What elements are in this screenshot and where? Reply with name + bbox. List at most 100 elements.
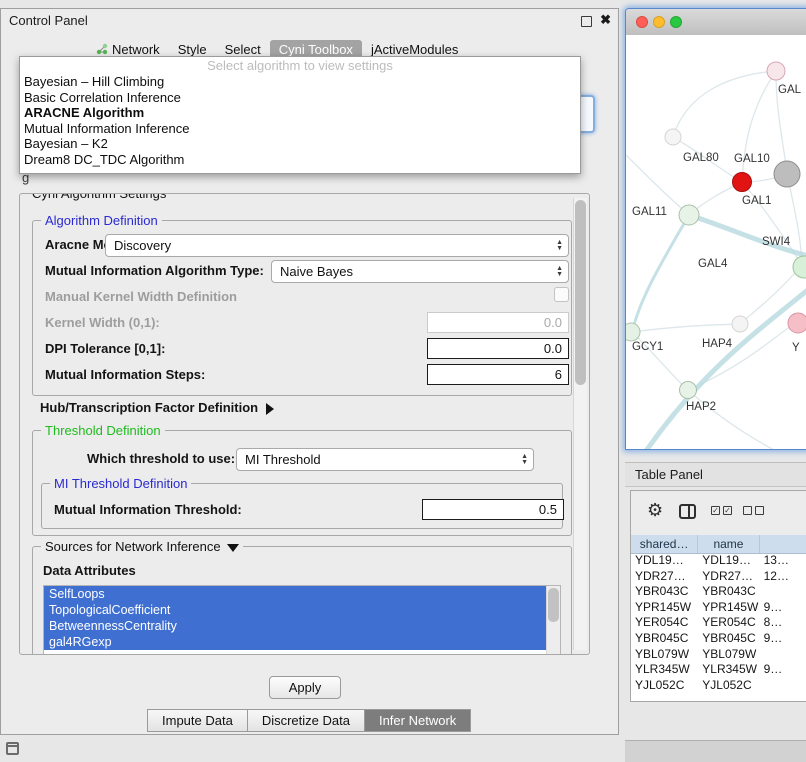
settings-scrollbar[interactable] bbox=[573, 198, 587, 650]
node-ghost[interactable] bbox=[665, 129, 681, 145]
dpi-tolerance-value: 0.0 bbox=[544, 341, 562, 356]
aracne-mode-select[interactable]: Discovery ▲▼ bbox=[105, 234, 569, 257]
tab-infer-network[interactable]: Infer Network bbox=[365, 709, 471, 732]
mi-threshold-group: MI Threshold Definition Mutual Informati… bbox=[41, 483, 563, 529]
cell: YDL19… bbox=[698, 553, 759, 569]
table-panel-strip: Table Panel bbox=[625, 462, 806, 487]
data-attributes-label: Data Attributes bbox=[43, 563, 136, 578]
hub-definition-expander[interactable]: Hub/Transcription Factor Definition bbox=[40, 400, 274, 415]
attribute-item-selected[interactable]: gal4RGexp bbox=[44, 634, 547, 650]
node-gray-large[interactable] bbox=[774, 161, 800, 187]
table-row[interactable]: YDL19…YDL19…13… bbox=[631, 553, 806, 569]
cell: YBR043C bbox=[698, 584, 759, 600]
attribute-item-selected[interactable]: BetweennessCentrality bbox=[44, 618, 547, 634]
manual-kernel-checkbox[interactable] bbox=[554, 287, 569, 302]
algorithm-option-selected[interactable]: ARACNE Algorithm bbox=[20, 105, 580, 121]
node-red[interactable] bbox=[733, 173, 752, 192]
node-green-right[interactable] bbox=[793, 256, 806, 278]
dpi-tolerance-label: DPI Tolerance [0,1]: bbox=[45, 341, 165, 356]
apply-button[interactable]: Apply bbox=[269, 676, 341, 699]
window-restore-icon[interactable] bbox=[6, 742, 19, 755]
node-green-left[interactable] bbox=[626, 323, 640, 341]
cell: YBR045C bbox=[631, 631, 698, 647]
control-panel-window: Control Panel ✖ Network Style Select bbox=[0, 8, 619, 735]
kernel-width-value: 0.0 bbox=[544, 315, 562, 330]
group-title: MI Threshold Definition bbox=[50, 476, 191, 491]
mi-threshold-value: 0.5 bbox=[539, 502, 557, 517]
table-row[interactable]: YDR27…YDR27…12… bbox=[631, 569, 806, 585]
sources-title: Sources for Network Inference bbox=[45, 539, 221, 554]
expanded-arrow-icon[interactable] bbox=[227, 544, 239, 552]
table-row[interactable]: YBR043CYBR043C bbox=[631, 584, 806, 600]
attributes-scrollbar[interactable] bbox=[546, 586, 560, 654]
node-label: GAL4 bbox=[698, 258, 728, 270]
node-pink-right[interactable] bbox=[788, 313, 806, 333]
table-row[interactable]: YBR045CYBR045C9… bbox=[631, 631, 806, 647]
columns-icon[interactable] bbox=[679, 504, 696, 519]
algorithm-placeholder-option[interactable]: Select algorithm to view settings bbox=[20, 57, 580, 74]
desktop: Control Panel ✖ Network Style Select bbox=[0, 0, 806, 762]
mi-type-label: Mutual Information Algorithm Type: bbox=[45, 263, 264, 278]
attribute-item-selected[interactable]: SelfLoops bbox=[44, 586, 547, 602]
which-threshold-select[interactable]: MI Threshold ▲▼ bbox=[236, 448, 534, 471]
settings-scrollbar-thumb[interactable] bbox=[575, 200, 586, 385]
close-icon[interactable]: ✖ bbox=[600, 12, 611, 28]
hub-definition-label: Hub/Transcription Factor Definition bbox=[40, 400, 258, 415]
cell: YBR043C bbox=[631, 584, 698, 600]
kernel-width-field[interactable]: 0.0 bbox=[427, 312, 569, 333]
mi-type-select[interactable]: Naive Bayes ▲▼ bbox=[271, 260, 569, 283]
cell: YPR145W bbox=[631, 600, 698, 616]
cyni-mode-tabs: Impute Data Discretize Data Infer Networ… bbox=[147, 709, 471, 730]
cell: YLR345W bbox=[698, 662, 759, 678]
mi-threshold-label: Mutual Information Threshold: bbox=[54, 502, 242, 517]
mi-threshold-field[interactable]: 0.5 bbox=[422, 499, 564, 520]
node-light-pink[interactable] bbox=[767, 62, 785, 80]
cell: YBL079W bbox=[698, 647, 759, 663]
column-header-shared-name[interactable]: shared… bbox=[631, 535, 698, 553]
tab-label: Style bbox=[178, 42, 207, 57]
cell: YJL052C bbox=[698, 678, 759, 694]
node-green-hap2[interactable] bbox=[680, 382, 697, 399]
cell: 9… bbox=[760, 662, 806, 678]
table-row[interactable]: YER054CYER054C8… bbox=[631, 615, 806, 631]
mi-steps-value: 6 bbox=[555, 367, 562, 382]
table-row[interactable]: YLR345WYLR345W9… bbox=[631, 662, 806, 678]
gear-icon[interactable]: ⚙ bbox=[647, 500, 663, 521]
tab-label: Cyni Toolbox bbox=[279, 42, 353, 57]
cell: YDR27… bbox=[631, 569, 698, 585]
table-row[interactable]: YBL079WYBL079W bbox=[631, 647, 806, 663]
network-tab-icon bbox=[96, 43, 108, 55]
tab-impute-data[interactable]: Impute Data bbox=[147, 709, 248, 732]
tab-label: Network bbox=[112, 42, 160, 57]
group-title: Cyni Algorithm Settings bbox=[28, 193, 170, 201]
algorithm-option[interactable]: Mutual Information Inference bbox=[20, 121, 580, 137]
algorithm-option[interactable]: Basic Correlation Inference bbox=[20, 90, 580, 106]
cell bbox=[760, 678, 806, 694]
tab-discretize-data[interactable]: Discretize Data bbox=[248, 709, 365, 732]
select-all-checkboxes-icon[interactable]: ✓ ✓ bbox=[711, 506, 732, 515]
column-header-name[interactable]: name bbox=[698, 535, 759, 553]
table-body: YDL19…YDL19…13… YDR27…YDR27…12… YBR043CY… bbox=[631, 553, 806, 701]
sources-expander[interactable]: Sources for Network Inference bbox=[41, 539, 243, 554]
zoom-traffic-light[interactable] bbox=[670, 16, 682, 28]
attributes-scrollbar-thumb[interactable] bbox=[548, 588, 559, 622]
node-ghost[interactable] bbox=[732, 316, 748, 332]
algorithm-option[interactable]: Bayesian – K2 bbox=[20, 136, 580, 152]
deselect-all-checkboxes-icon[interactable] bbox=[743, 506, 764, 515]
threshold-definition-group: Threshold Definition Which threshold to … bbox=[32, 430, 572, 536]
attribute-item-selected[interactable]: TopologicalCoefficient bbox=[44, 602, 547, 618]
algorithm-option[interactable]: Bayesian – Hill Climbing bbox=[20, 74, 580, 90]
close-traffic-light[interactable] bbox=[636, 16, 648, 28]
network-window-titlebar[interactable] bbox=[626, 9, 806, 36]
minimize-traffic-light[interactable] bbox=[653, 16, 665, 28]
dpi-tolerance-field[interactable]: 0.0 bbox=[427, 338, 569, 359]
algorithm-option[interactable]: Dream8 DC_TDC Algorithm bbox=[20, 152, 580, 168]
mi-steps-field[interactable]: 6 bbox=[427, 364, 569, 385]
table-row[interactable]: YPR145WYPR145W9… bbox=[631, 600, 806, 616]
node-green-gal11[interactable] bbox=[679, 205, 699, 225]
float-window-icon[interactable] bbox=[581, 16, 592, 27]
collapsed-arrow-icon[interactable] bbox=[266, 403, 274, 415]
network-canvas[interactable]: GAL GAL80 GAL10 GAL1 GAL11 SWI4 GAL4 HAP… bbox=[626, 35, 806, 449]
table-row[interactable]: YJL052CYJL052C bbox=[631, 678, 806, 694]
column-header-extra[interactable] bbox=[760, 535, 806, 553]
